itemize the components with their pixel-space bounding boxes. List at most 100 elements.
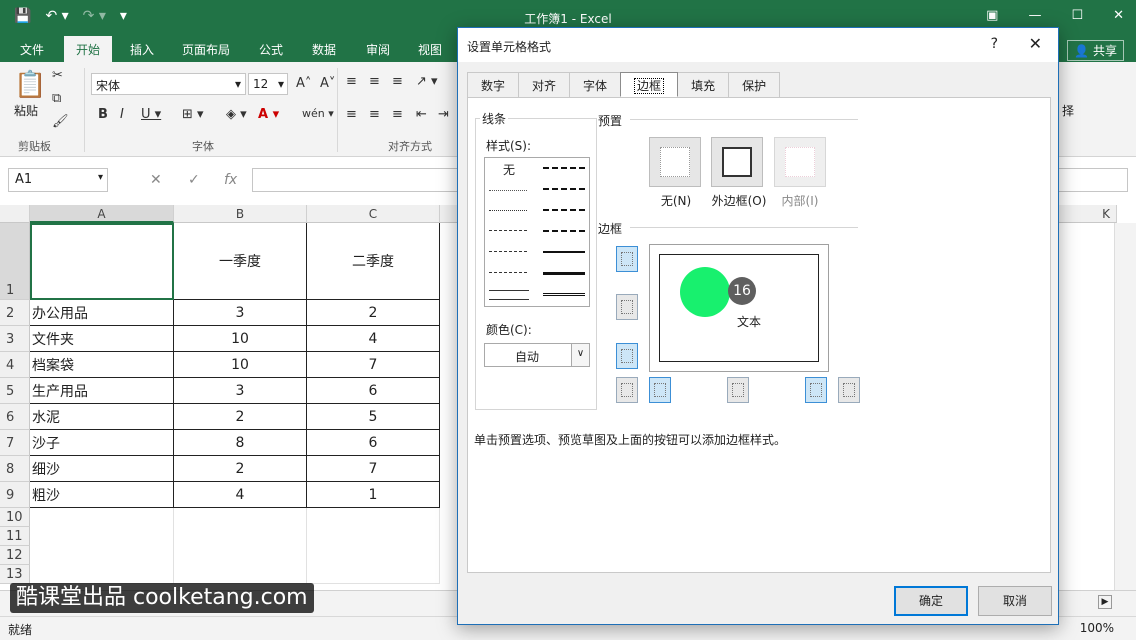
cell-b[interactable]: 10	[174, 352, 307, 378]
cell-a1[interactable]	[30, 223, 174, 300]
paste-label[interactable]: 粘贴	[14, 102, 38, 119]
paste-icon[interactable]: 📋	[14, 70, 46, 100]
cell-a[interactable]: 文件夹	[30, 326, 174, 352]
decrease-font-icon[interactable]: A˅	[320, 76, 335, 91]
underline-icon[interactable]: U ▾	[141, 107, 161, 122]
cell-a[interactable]: 沙子	[30, 430, 174, 456]
cell-c1[interactable]: 二季度	[307, 223, 440, 300]
insert-function-icon[interactable]: fx	[224, 172, 237, 188]
color-select[interactable]: 自动 ∨	[484, 343, 590, 367]
font-name-select[interactable]: 宋体 ▾	[91, 73, 246, 95]
tab-protection[interactable]: 保护	[728, 72, 781, 97]
tab-data[interactable]: 数据	[312, 41, 336, 58]
cell-c[interactable]: 1	[307, 482, 440, 508]
cell-b[interactable]: 2	[174, 456, 307, 482]
phonetic-icon[interactable]: wén ▾	[302, 107, 334, 120]
align-center-icon[interactable]: ≡	[369, 107, 380, 122]
cell-c[interactable]: 6	[307, 430, 440, 456]
maximize-icon[interactable]: ☐	[1071, 8, 1083, 23]
cancel-button[interactable]: 取消	[978, 586, 1052, 616]
cell-b[interactable]: 3	[174, 300, 307, 326]
confirm-formula-icon[interactable]: ✓	[188, 172, 200, 188]
row-header[interactable]: 1	[0, 223, 30, 300]
row-header[interactable]: 2	[0, 300, 30, 326]
italic-icon[interactable]: I	[120, 107, 124, 122]
border-diagonal-up-button[interactable]	[616, 377, 638, 403]
preset-inside-button[interactable]	[774, 137, 826, 187]
column-header-k[interactable]: K	[1059, 205, 1117, 223]
cell-b[interactable]: 3	[174, 378, 307, 404]
cell-c[interactable]: 4	[307, 326, 440, 352]
border-bottom-button[interactable]	[616, 343, 638, 369]
border-diagonal-down-button[interactable]	[838, 377, 860, 403]
style-line[interactable]	[543, 209, 585, 211]
tab-border[interactable]: 边框	[620, 72, 679, 97]
column-header-b[interactable]: B	[174, 205, 307, 223]
border-inside-horizontal-button[interactable]	[616, 294, 638, 320]
align-middle-icon[interactable]: ≡	[369, 74, 380, 89]
cell-a[interactable]: 办公用品	[30, 300, 174, 326]
row-header[interactable]: 5	[0, 378, 30, 404]
row-header[interactable]: 13	[0, 565, 30, 584]
cell-a[interactable]: 水泥	[30, 404, 174, 430]
tab-formulas[interactable]: 公式	[259, 41, 283, 58]
select-all-corner[interactable]	[0, 205, 30, 223]
chevron-down-icon[interactable]: ∨	[571, 344, 589, 366]
empty-cells[interactable]	[30, 508, 174, 584]
cell-c[interactable]: 7	[307, 352, 440, 378]
minimize-icon[interactable]: —	[1028, 8, 1041, 23]
ok-button[interactable]: 确定	[894, 586, 968, 616]
scroll-right-icon[interactable]: ▶	[1098, 595, 1112, 609]
vertical-scrollbar[interactable]	[1114, 223, 1136, 590]
row-header[interactable]: 8	[0, 456, 30, 482]
row-header[interactable]: 9	[0, 482, 30, 508]
cell-b[interactable]: 2	[174, 404, 307, 430]
align-right-icon[interactable]: ≡	[392, 107, 403, 122]
row-header[interactable]: 3	[0, 326, 30, 352]
cell-a[interactable]: 档案袋	[30, 352, 174, 378]
tab-review[interactable]: 审阅	[366, 41, 390, 58]
style-line[interactable]	[543, 188, 585, 190]
style-line[interactable]	[489, 251, 527, 252]
empty-cells[interactable]	[174, 508, 307, 584]
style-line[interactable]	[543, 167, 585, 169]
row-header[interactable]: 4	[0, 352, 30, 378]
close-icon[interactable]: ✕	[1029, 34, 1042, 53]
tab-home[interactable]: 开始	[64, 36, 113, 62]
cell-a[interactable]: 生产用品	[30, 378, 174, 404]
column-header-a[interactable]: A	[30, 205, 174, 223]
format-painter-icon[interactable]: 🖌	[52, 114, 69, 129]
help-icon[interactable]: ?	[991, 36, 998, 52]
column-header-d[interactable]	[440, 205, 458, 223]
style-line[interactable]	[543, 293, 585, 296]
font-size-select[interactable]: 12 ▾	[248, 73, 288, 95]
tab-number[interactable]: 数字	[467, 72, 520, 97]
row-header[interactable]: 6	[0, 404, 30, 430]
ribbon-display-icon[interactable]: ▣	[986, 8, 998, 23]
cell-c[interactable]: 2	[307, 300, 440, 326]
fill-color-icon[interactable]: ◈ ▾	[226, 107, 247, 122]
copy-icon[interactable]: ⧉	[52, 91, 61, 106]
cell-c[interactable]: 7	[307, 456, 440, 482]
line-style-list[interactable]: 无	[484, 157, 590, 307]
cell-b[interactable]: 8	[174, 430, 307, 456]
cell-a[interactable]: 细沙	[30, 456, 174, 482]
align-left-icon[interactable]: ≡	[346, 107, 357, 122]
style-line[interactable]	[489, 210, 527, 211]
cell-b[interactable]: 4	[174, 482, 307, 508]
align-bottom-icon[interactable]: ≡	[392, 74, 403, 89]
style-line[interactable]	[543, 230, 585, 232]
style-line[interactable]	[489, 230, 527, 231]
row-header[interactable]: 7	[0, 430, 30, 456]
column-header-c[interactable]: C	[307, 205, 440, 223]
align-top-icon[interactable]: ≡	[346, 74, 357, 89]
close-window-icon[interactable]: ✕	[1113, 8, 1124, 23]
bold-icon[interactable]: B	[98, 107, 108, 122]
style-line-selected[interactable]	[489, 290, 529, 300]
tab-insert[interactable]: 插入	[130, 41, 154, 58]
style-line[interactable]	[543, 251, 585, 253]
border-top-button[interactable]	[616, 246, 638, 272]
style-line[interactable]	[489, 272, 527, 273]
cell-b[interactable]: 10	[174, 326, 307, 352]
tab-font[interactable]: 字体	[569, 72, 622, 97]
